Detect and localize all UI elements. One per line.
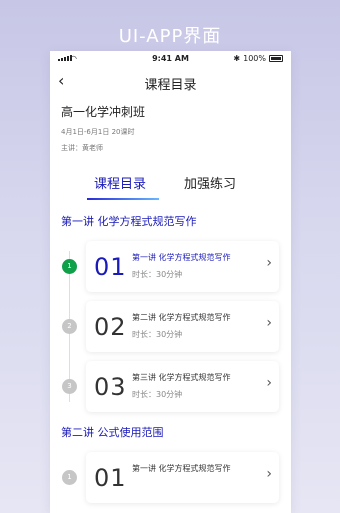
course-meta: 4月1日-6月1日 20课时 bbox=[61, 128, 135, 136]
tab-course-catalog[interactable]: 课程目录 bbox=[94, 173, 146, 192]
battery-icon bbox=[269, 55, 283, 62]
chevron-right-icon: › bbox=[266, 466, 272, 482]
lesson-card[interactable]: 03 第三讲 化学方程式规范写作 时长：30分钟 › bbox=[86, 361, 279, 412]
lesson-number: 01 bbox=[94, 253, 127, 281]
lesson-list: 1 01 第一讲 化学方程式规范写作 时长：30分钟 › 2 02 第二讲 化学… bbox=[50, 241, 291, 412]
chevron-right-icon: › bbox=[266, 375, 272, 391]
lesson-list: 1 01 第一讲 化学方程式规范写作 › bbox=[50, 452, 291, 503]
lesson-title: 第一讲 化学方程式规范写作 bbox=[132, 464, 231, 473]
lesson-duration: 时长：30分钟 bbox=[132, 330, 183, 339]
teacher-name: 黄老师 bbox=[82, 144, 103, 152]
lesson-card[interactable]: 01 第一讲 化学方程式规范写作 时长：30分钟 › bbox=[86, 241, 279, 292]
lesson-item: 1 01 第一讲 化学方程式规范写作 时长：30分钟 › bbox=[50, 241, 291, 292]
lesson-title: 第二讲 化学方程式规范写作 bbox=[132, 313, 231, 322]
lesson-duration: 时长：30分钟 bbox=[132, 390, 183, 399]
course-teacher: 主讲：黄老师 bbox=[61, 143, 280, 153]
course-info: 高一化学冲刺班 4月1日-6月1日 20课时 主讲：黄老师 bbox=[50, 103, 291, 153]
section-title: 第一讲 化学方程式规范写作 bbox=[61, 215, 197, 228]
chevron-right-icon: › bbox=[266, 255, 272, 271]
lesson-item: 2 02 第二讲 化学方程式规范写作 时长：30分钟 › bbox=[50, 301, 291, 352]
lesson-card[interactable]: 02 第二讲 化学方程式规范写作 时长：30分钟 › bbox=[86, 301, 279, 352]
bluetooth-icon: ✱ bbox=[233, 54, 241, 63]
phone-screen: ◠ 9:41 AM ✱ 100% ‹ 课程目录 高一化学冲刺班 4月1日-6月1… bbox=[50, 51, 291, 513]
status-bar: ◠ 9:41 AM ✱ 100% bbox=[50, 51, 291, 69]
lesson-title: 第三讲 化学方程式规范写作 bbox=[132, 373, 231, 382]
tab-bar: 课程目录 加强练习 bbox=[50, 165, 291, 201]
banner-title: UI-APP界面 bbox=[118, 26, 222, 47]
lesson-item: 3 03 第三讲 化学方程式规范写作 时长：30分钟 › bbox=[50, 361, 291, 412]
chevron-right-icon: › bbox=[266, 315, 272, 331]
lesson-duration: 时长：30分钟 bbox=[132, 270, 183, 279]
page-title: 课程目录 bbox=[144, 78, 197, 93]
lesson-number: 03 bbox=[94, 373, 127, 401]
lesson-number: 01 bbox=[94, 464, 127, 492]
lesson-number: 02 bbox=[94, 313, 127, 341]
lesson-index-badge: 1 bbox=[62, 259, 77, 274]
active-tab-indicator bbox=[87, 198, 159, 200]
lesson-index-badge: 1 bbox=[62, 470, 77, 485]
battery-percent: 100% bbox=[243, 54, 266, 63]
lesson-index-badge: 2 bbox=[62, 319, 77, 334]
lesson-card[interactable]: 01 第一讲 化学方程式规范写作 › bbox=[86, 452, 279, 503]
lesson-item: 1 01 第一讲 化学方程式规范写作 › bbox=[50, 452, 291, 503]
lesson-index-badge: 3 bbox=[62, 379, 77, 394]
section-title: 第二讲 公式使用范围 bbox=[61, 426, 164, 439]
teacher-label: 主讲： bbox=[61, 144, 82, 152]
lesson-title: 第一讲 化学方程式规范写作 bbox=[132, 253, 231, 262]
nav-bar: ‹ 课程目录 bbox=[50, 69, 291, 95]
course-name: 高一化学冲刺班 bbox=[61, 105, 146, 119]
tab-practice[interactable]: 加强练习 bbox=[184, 173, 236, 192]
